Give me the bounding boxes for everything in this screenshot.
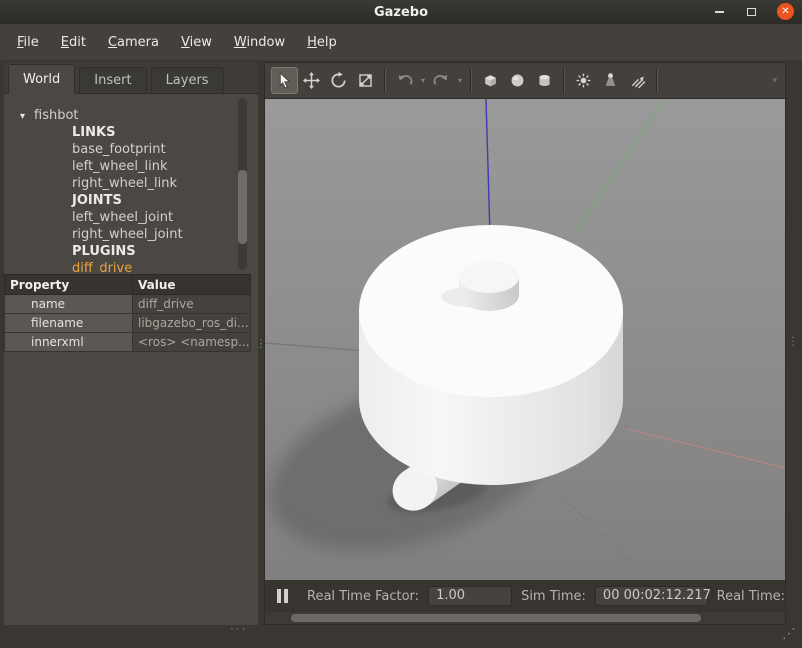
toolbar-separator: [563, 68, 565, 93]
maximize-icon: [747, 8, 756, 16]
property-row-innerxml[interactable]: innerxml <ros> <namesp...: [5, 333, 251, 352]
menu-edit[interactable]: Edit: [50, 31, 97, 54]
cursor-arrow-icon: [276, 72, 293, 89]
tree-item-right-wheel-joint[interactable]: right_wheel_joint: [4, 226, 258, 243]
tree-item-fishbot[interactable]: ▾fishbot: [4, 107, 258, 124]
cylinder-icon: [536, 72, 553, 89]
menu-camera[interactable]: Camera: [97, 31, 170, 54]
pause-button[interactable]: [277, 589, 288, 603]
property-row-name[interactable]: name diff_drive: [5, 295, 251, 314]
directional-light-icon: [629, 72, 646, 89]
rotate-arrows-icon: [330, 72, 347, 89]
minimize-button[interactable]: [710, 3, 728, 21]
property-row-filename[interactable]: filename libgazebo_ros_di...: [5, 314, 251, 333]
sim-time-value: 00 00:02:12.217: [595, 586, 708, 606]
tree-item-right-wheel-link[interactable]: right_wheel_link: [4, 175, 258, 192]
scale-box-icon: [357, 72, 374, 89]
cube-icon: [482, 72, 499, 89]
pause-icon: [277, 589, 281, 603]
bottom-resize-grip[interactable]: ···: [230, 622, 247, 636]
robot-top-face: [359, 225, 623, 397]
title-bar: Gazebo ✕: [0, 0, 802, 24]
menu-view[interactable]: View: [170, 31, 223, 54]
tree-scrollbar-thumb[interactable]: [238, 170, 247, 244]
top-cylinder-face: [459, 261, 519, 293]
maximize-button[interactable]: [742, 3, 760, 21]
point-light-tool[interactable]: [570, 67, 597, 94]
redo-dropdown-caret[interactable]: ▾: [455, 76, 465, 85]
cylinder-tool[interactable]: [531, 67, 558, 94]
window-title: Gazebo: [374, 5, 428, 20]
corner-resize-grip[interactable]: ⋰: [782, 626, 796, 642]
spot-light-icon: [602, 72, 619, 89]
tree-section-plugins[interactable]: PLUGINS: [4, 243, 258, 260]
menu-file[interactable]: File: [6, 31, 50, 54]
viewport-toolbar: ▾ ▾ ▾: [265, 63, 785, 99]
toolbar-separator: [384, 68, 386, 93]
world-panel: World Insert Layers ▾fishbot LINKS base_…: [4, 62, 258, 625]
real-time-label: Real Time:: [717, 589, 785, 604]
sim-time-label: Sim Time:: [521, 589, 586, 604]
box-tool[interactable]: [477, 67, 504, 94]
tree-item-left-wheel-joint[interactable]: left_wheel_joint: [4, 209, 258, 226]
property-table: Property Value name diff_drive filename …: [4, 274, 251, 352]
minimize-icon: [715, 11, 724, 13]
real-time-factor-label: Real Time Factor:: [307, 589, 419, 604]
menu-help[interactable]: Help: [296, 31, 348, 54]
tree-section-links[interactable]: LINKS: [4, 124, 258, 141]
panel-tab-bar: World Insert Layers: [4, 62, 258, 94]
model-tree: ▾fishbot LINKS base_footprint left_wheel…: [4, 94, 258, 277]
rotate-tool[interactable]: [325, 67, 352, 94]
simulation-status-bar: Real Time Factor: 1.00 Sim Time: 00 00:0…: [265, 580, 785, 612]
toolbar-overflow-button[interactable]: ▾: [772, 76, 777, 86]
menu-bar: File Edit Camera View Window Help: [0, 24, 802, 60]
tree-item-base-footprint[interactable]: base_footprint: [4, 141, 258, 158]
value-column-header[interactable]: Value: [133, 275, 251, 295]
horizontal-scrollbar[interactable]: [265, 612, 785, 624]
directional-light-tool[interactable]: [624, 67, 651, 94]
tree-item-left-wheel-link[interactable]: left_wheel_link: [4, 158, 258, 175]
select-tool[interactable]: [271, 67, 298, 94]
scene-canvas[interactable]: [265, 99, 785, 580]
real-time-factor-value: 1.00: [428, 586, 512, 606]
right-resize-grip[interactable]: ⋮: [787, 334, 799, 348]
spot-light-tool[interactable]: [597, 67, 624, 94]
toolbar-separator: [470, 68, 472, 93]
tab-insert[interactable]: Insert: [79, 67, 146, 93]
undo-arrow-icon: [396, 72, 413, 89]
pause-icon: [284, 589, 288, 603]
property-column-header[interactable]: Property: [5, 275, 133, 295]
redo-arrow-icon: [433, 72, 450, 89]
scale-tool[interactable]: [352, 67, 379, 94]
sphere-tool[interactable]: [504, 67, 531, 94]
undo-button[interactable]: [391, 67, 418, 94]
toolbar-separator: [656, 68, 658, 93]
point-light-icon: [575, 72, 592, 89]
menu-window[interactable]: Window: [223, 31, 296, 54]
close-button[interactable]: ✕: [777, 3, 794, 20]
horizontal-scrollbar-thumb[interactable]: [291, 614, 701, 622]
tab-layers[interactable]: Layers: [151, 67, 224, 93]
redo-button[interactable]: [428, 67, 455, 94]
expander-icon[interactable]: ▾: [20, 108, 34, 125]
undo-dropdown-caret[interactable]: ▾: [418, 76, 428, 85]
sphere-icon: [509, 72, 526, 89]
viewport-panel: ▾ ▾ ▾: [264, 62, 786, 625]
tab-world[interactable]: World: [8, 64, 75, 94]
move-arrows-icon: [303, 72, 320, 89]
tree-section-joints[interactable]: JOINTS: [4, 192, 258, 209]
tree-scrollbar[interactable]: [238, 98, 247, 270]
translate-tool[interactable]: [298, 67, 325, 94]
